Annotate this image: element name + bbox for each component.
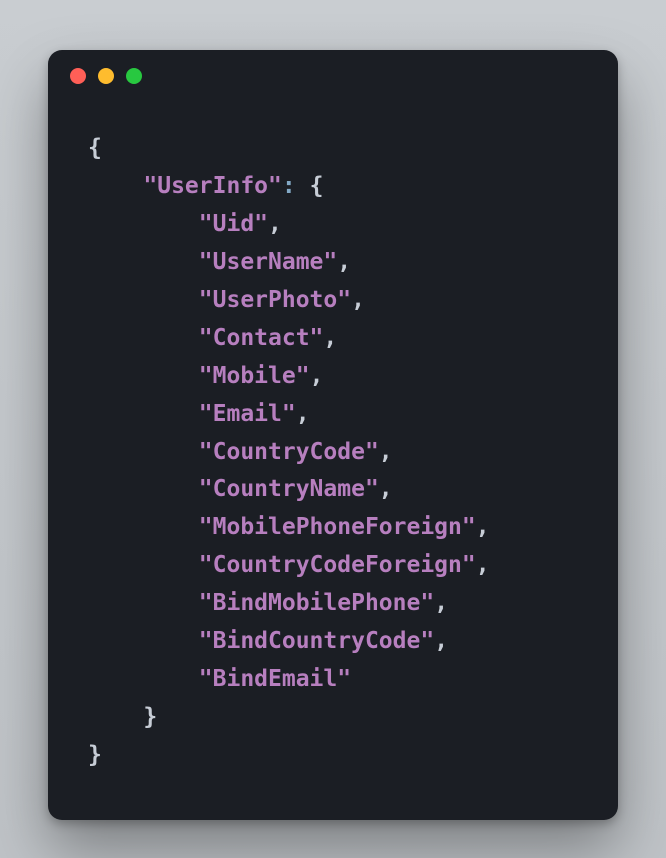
field-key: "Mobile" [199, 363, 310, 389]
brace-close-inner: } [143, 704, 157, 730]
field-key: "BindEmail" [199, 666, 351, 692]
field-key: "MobilePhoneForeign" [199, 514, 476, 540]
close-icon[interactable] [70, 68, 86, 84]
titlebar [48, 50, 618, 102]
field-key: "Contact" [199, 325, 324, 351]
field-key: "UserPhoto" [199, 287, 351, 313]
field-key: "BindMobilePhone" [199, 590, 434, 616]
root-key: "UserInfo" [143, 173, 281, 199]
editor-window: { "UserInfo": { "Uid", "UserName", "User… [48, 50, 618, 820]
code-block: { "UserInfo": { "Uid", "UserName", "User… [48, 102, 618, 805]
brace-close-outer: } [88, 742, 102, 768]
brace-open-outer: { [88, 135, 102, 161]
brace-open-inner: { [310, 173, 324, 199]
field-key: "CountryCodeForeign" [199, 552, 476, 578]
field-key: "Email" [199, 401, 296, 427]
field-key: "UserName" [199, 249, 337, 275]
field-key: "BindCountryCode" [199, 628, 434, 654]
field-key: "CountryName" [199, 476, 379, 502]
minimize-icon[interactable] [98, 68, 114, 84]
zoom-icon[interactable] [126, 68, 142, 84]
field-key: "Uid" [199, 211, 268, 237]
field-key: "CountryCode" [199, 439, 379, 465]
colon: : [282, 173, 296, 199]
